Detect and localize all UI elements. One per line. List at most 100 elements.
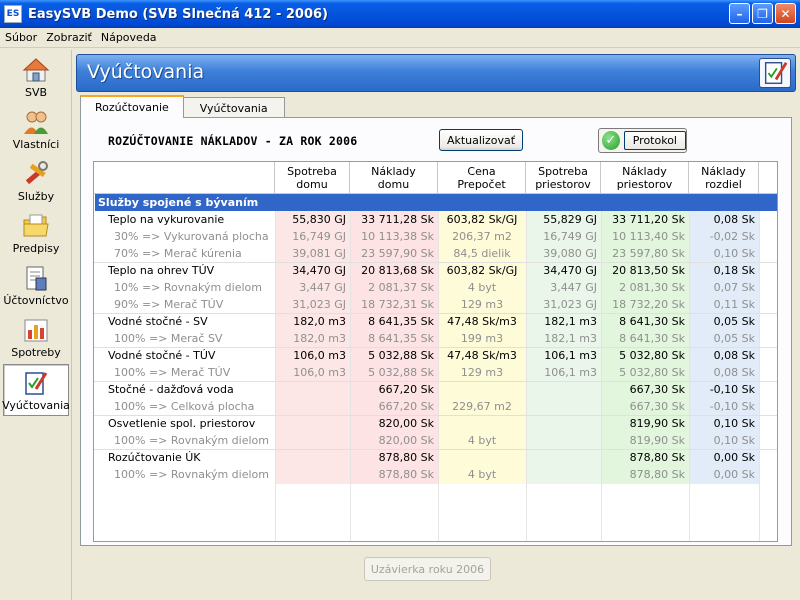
table-row[interactable]: Teplo na ohrev TÚV 34,470 GJ 20 813,68 Sk 6…	[94, 262, 759, 279]
cell-cost-difference: 0,10 Sk	[713, 247, 755, 260]
table-row[interactable]: Teplo na vykurovanie 55,830 GJ 33 711,28 S…	[94, 211, 759, 228]
table-row[interactable]: Stočné - dažďová voda 667,20 Sk 667,30 Sk -…	[94, 381, 759, 398]
protocol-button-label: Protokol	[623, 131, 686, 150]
cell-consumption-space	[526, 466, 601, 483]
cell-consumption-space: 106,1 m3	[544, 366, 597, 379]
cell-unit-price: 603,82 Sk/GJ	[446, 264, 518, 277]
clipboard-pen-icon	[759, 58, 791, 88]
cell-cost-difference: 0,11 Sk	[713, 298, 755, 311]
cell-cost-difference: 0,10 Sk	[713, 434, 755, 447]
cell-unit-price: 199 m3	[460, 332, 504, 345]
cell-item-name: 100% => Merač TÚV	[114, 366, 231, 379]
sidebar-item-owners[interactable]: Vlastníci	[3, 104, 69, 154]
cell-costs-space: 10 113,40 Sk	[612, 230, 685, 243]
table-row[interactable]: 30% => Vykurovaná plocha 16,749 GJ 10 113,…	[94, 228, 759, 245]
sidebar-item-prescriptions[interactable]: Predpisy	[3, 208, 69, 258]
cell-consumption-space	[526, 432, 601, 449]
cell-costs-space: 23 597,80 Sk	[612, 247, 685, 260]
cell-unit-price: 206,37 m2	[452, 230, 512, 243]
cell-costs-house: 20 813,68 Sk	[361, 264, 434, 277]
cell-item-name: Rozúčtovanie ÚK	[108, 451, 201, 464]
sidebar-item-consumption[interactable]: Spotreby	[3, 312, 69, 362]
cell-consumption-house	[275, 415, 350, 432]
column-header-costs-space: Náklady priestorov	[601, 162, 689, 194]
restore-icon[interactable]: ❐	[752, 3, 773, 24]
cell-costs-space: 667,30 Sk	[629, 400, 685, 413]
cell-item-name: Teplo na ohrev TÚV	[108, 264, 215, 277]
table-row[interactable]: Vodné stočné - SV 182,0 m3 8 641,35 Sk 47,4…	[94, 313, 759, 330]
sidebar: SVB Vlastníci Služby Predpisy Účtovníctv…	[0, 50, 72, 600]
table-row[interactable]: 90% => Merač TÚV 31,023 GJ 18 732,31 Sk 129…	[94, 296, 759, 313]
tab-allocation[interactable]: Rozúčtovanie	[80, 95, 184, 118]
table-row[interactable]: 10% => Rovnakým dielom 3,447 GJ 2 081,37 S…	[94, 279, 759, 296]
column-header-costs-house: Náklady domu	[350, 162, 438, 194]
sidebar-item-label: SVB	[24, 86, 48, 99]
cell-consumption-space: 3,447 GJ	[550, 281, 597, 294]
tab-settlements[interactable]: Vyúčtovania	[182, 97, 285, 118]
cell-costs-space: 2 081,30 Sk	[619, 281, 685, 294]
cell-unit-price: 229,67 m2	[452, 400, 512, 413]
cell-item-name: 10% => Rovnakým dielom	[114, 281, 262, 294]
cell-item-name: Teplo na vykurovanie	[108, 213, 225, 226]
cell-cost-difference: 0,00 Sk	[713, 468, 755, 481]
cell-cost-difference: 0,08 Sk	[713, 366, 755, 379]
cell-unit-price: 129 m3	[460, 366, 504, 379]
menu-help[interactable]: Nápoveda	[96, 31, 161, 44]
menu-view[interactable]: Zobraziť	[41, 31, 96, 44]
cell-item-name: Stočné - dažďová voda	[108, 383, 234, 396]
sidebar-item-settlements[interactable]: Vyúčtovania	[2, 364, 70, 416]
cell-costs-house: 5 032,88 Sk	[368, 349, 434, 362]
sidebar-item-accounting[interactable]: Účtovníctvo	[3, 260, 69, 310]
cell-costs-space: 667,30 Sk	[629, 383, 685, 396]
cell-unit-price	[438, 449, 526, 466]
cell-item-name: 90% => Merač TÚV	[114, 298, 224, 311]
cell-consumption-house: 106,0 m3	[293, 366, 346, 379]
cell-costs-house: 667,20 Sk	[378, 383, 434, 396]
cell-item-name: 100% => Rovnakým dielom	[114, 434, 269, 447]
sidebar-item-services[interactable]: Služby	[3, 156, 69, 206]
close-icon[interactable]: ✕	[775, 3, 796, 24]
column-header-item	[94, 162, 275, 194]
cell-cost-difference: 0,08 Sk	[713, 349, 755, 362]
cell-unit-price: 603,82 Sk/GJ	[446, 213, 518, 226]
cell-consumption-house	[275, 449, 350, 466]
cell-consumption-house: 182,0 m3	[293, 332, 346, 345]
cell-costs-house: 820,00 Sk	[378, 417, 434, 430]
cell-consumption-house: 182,0 m3	[293, 315, 346, 328]
table-row[interactable]: 100% => Rovnakým dielom 820,00 Sk 4 byt 819…	[94, 432, 759, 449]
cell-costs-house: 667,20 Sk	[378, 400, 434, 413]
table-row[interactable]: 70% => Merač kúrenia 39,081 GJ 23 597,90 S…	[94, 245, 759, 262]
update-button[interactable]: Aktualizovať	[439, 129, 523, 151]
table-row[interactable]: 100% => Merač SV 182,0 m3 8 641,35 Sk 199 m…	[94, 330, 759, 347]
table-row[interactable]: Vodné stočné - TÚV 106,0 m3 5 032,88 Sk 47,…	[94, 347, 759, 364]
minimize-icon[interactable]: –	[729, 3, 750, 24]
cell-cost-difference: 0,05 Sk	[713, 315, 755, 328]
table-row[interactable]: 100% => Celková plocha 667,20 Sk 229,67 m2…	[94, 398, 759, 415]
cell-costs-space: 8 641,30 Sk	[619, 332, 685, 345]
cell-costs-house: 23 597,90 Sk	[361, 247, 434, 260]
cell-item-name: 30% => Vykurovaná plocha	[114, 230, 269, 243]
close-year-button[interactable]: Uzávierka roku 2006	[364, 557, 491, 581]
group-header-row: Služby spojené s bývaním	[95, 194, 777, 211]
check-icon: ✓	[602, 131, 620, 150]
cell-consumption-house: 39,081 GJ	[292, 247, 346, 260]
cell-consumption-space: 16,749 GJ	[543, 230, 597, 243]
cell-consumption-space	[526, 381, 601, 398]
ledger-icon	[26, 266, 47, 291]
cell-costs-house: 878,80 Sk	[378, 468, 434, 481]
allocation-table: Spotreba domu Náklady domu Cena Prepočet…	[93, 161, 778, 542]
table-row[interactable]: Rozúčtovanie ÚK 878,80 Sk 878,80 Sk 0,00 Sk	[94, 449, 759, 466]
bar-chart-icon	[24, 319, 48, 342]
sidebar-item-svb[interactable]: SVB	[3, 52, 69, 102]
table-row[interactable]: 100% => Rovnakým dielom 878,80 Sk 4 byt 878…	[94, 466, 759, 483]
protocol-button[interactable]: ✓ Protokol	[598, 128, 687, 153]
menu-file[interactable]: Súbor	[0, 31, 41, 44]
table-row[interactable]: 100% => Merač TÚV 106,0 m3 5 032,88 Sk 129 …	[94, 364, 759, 381]
table-row[interactable]: Osvetlenie spol. priestorov 820,00 Sk 819,…	[94, 415, 759, 432]
people-icon	[24, 111, 48, 134]
cell-consumption-space: 34,470 GJ	[543, 264, 597, 277]
cell-consumption-space	[526, 398, 601, 415]
cell-consumption-house	[275, 466, 350, 483]
cell-cost-difference: -0,10 Sk	[709, 400, 755, 413]
cell-costs-house: 33 711,28 Sk	[361, 213, 434, 226]
